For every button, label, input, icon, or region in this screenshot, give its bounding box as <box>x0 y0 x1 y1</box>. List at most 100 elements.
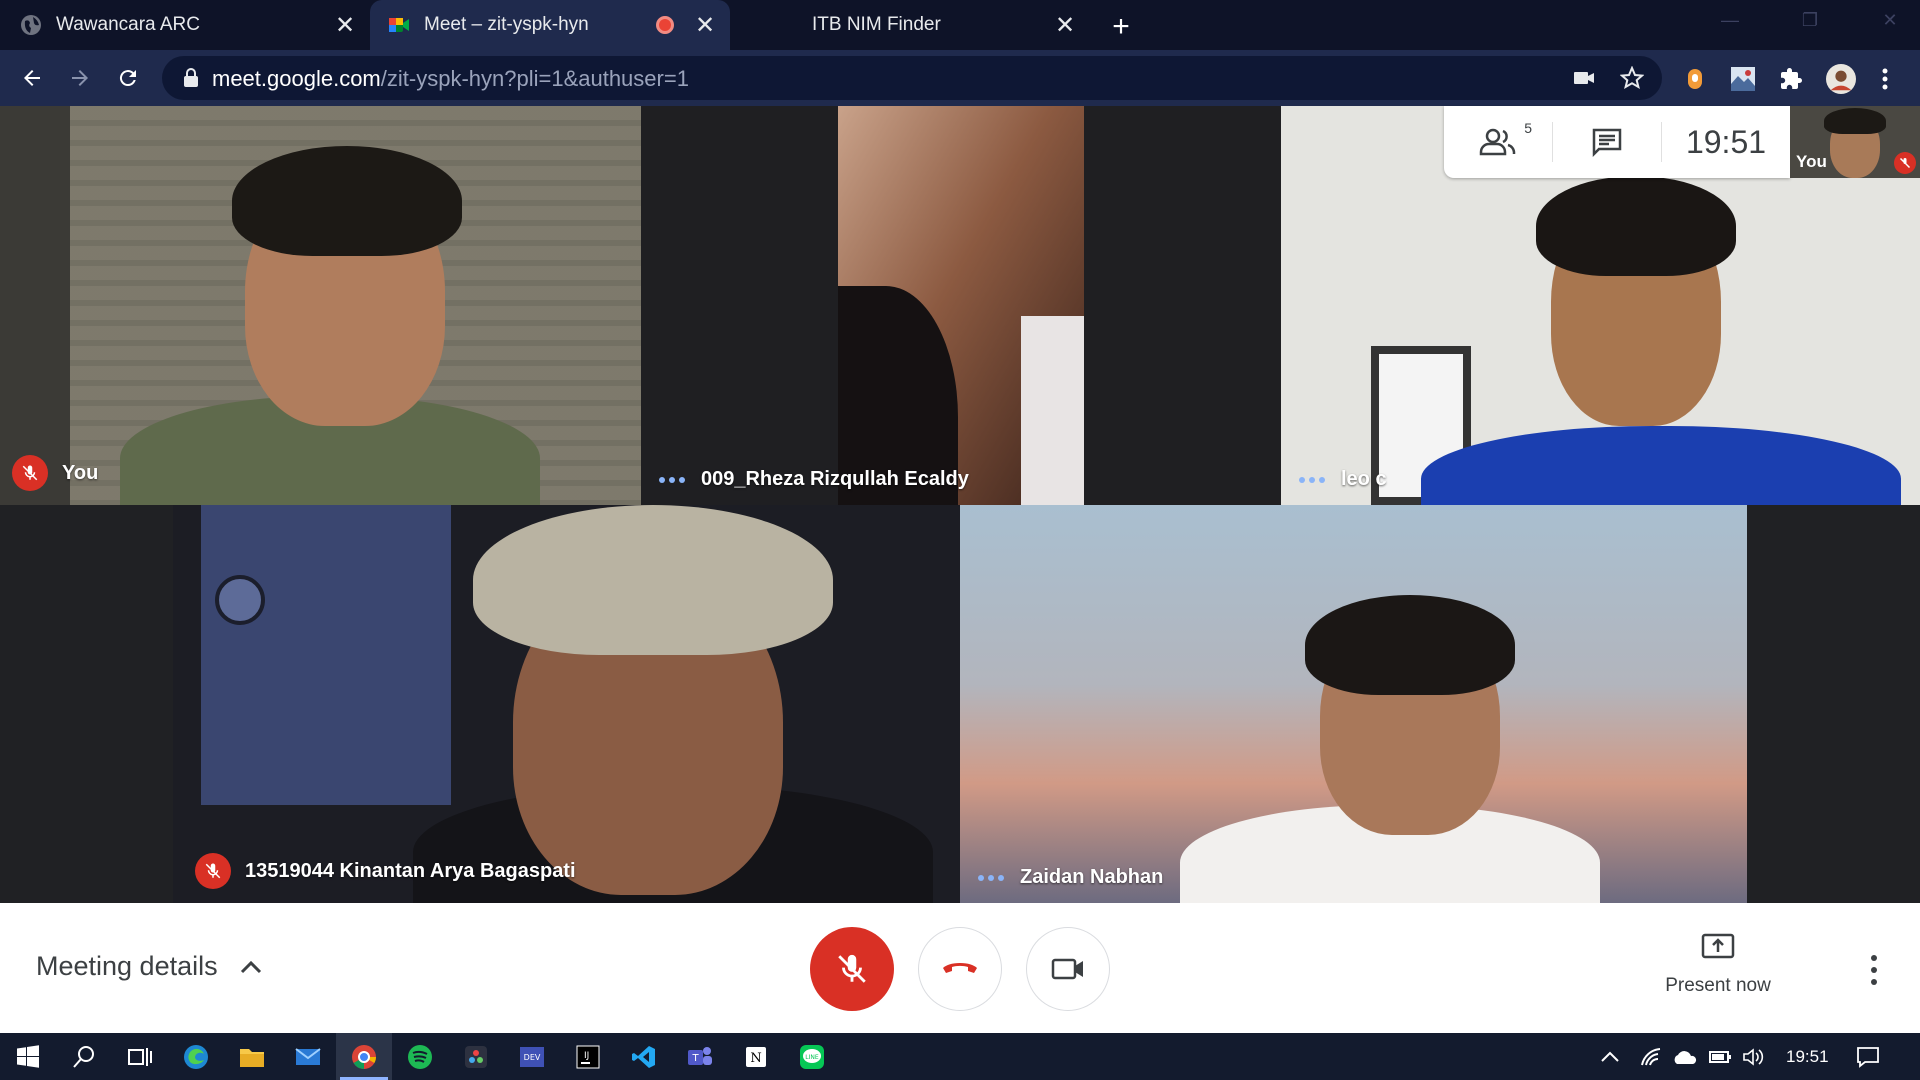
intellij-icon[interactable]: IJ <box>560 1033 616 1080</box>
extension-orange-icon[interactable] <box>1680 64 1710 94</box>
minimize-icon[interactable]: — <box>1700 0 1760 40</box>
start-icon[interactable] <box>0 1033 56 1080</box>
wifi-icon[interactable] <box>1640 1033 1662 1080</box>
teams-icon[interactable]: T <box>672 1033 728 1080</box>
spotify-icon[interactable] <box>392 1033 448 1080</box>
tray-chevron-icon[interactable] <box>1600 1033 1620 1080</box>
browser-menu-icon[interactable] <box>1870 64 1900 94</box>
participant-hair <box>1536 176 1736 276</box>
tab-wawancara-arc[interactable]: Wawancara ARC ✕ <box>0 0 370 50</box>
windows-taskbar: DEV IJ T N LINE 19:51 <box>0 1033 1920 1080</box>
present-now-label: Present now <box>1665 975 1771 996</box>
address-bar[interactable]: meet.google.com/zit-yspk-hyn?pli=1&authu… <box>162 56 1662 100</box>
forward-button[interactable] <box>60 58 100 98</box>
tab-close-icon[interactable]: ✕ <box>692 12 718 39</box>
mail-icon[interactable] <box>280 1033 336 1080</box>
participant-tile-kinantan[interactable]: 13519044 Kinantan Arya Bagaspati <box>173 505 960 903</box>
volume-icon[interactable] <box>1742 1033 1766 1080</box>
extension-image-icon[interactable] <box>1728 64 1758 94</box>
vscode-icon[interactable] <box>616 1033 672 1080</box>
svg-text:IJ: IJ <box>584 1051 589 1061</box>
participant-name-label: Zaidan Nabhan <box>960 866 1163 889</box>
chrome-icon[interactable] <box>336 1033 392 1080</box>
audio-level-icon <box>659 476 685 483</box>
edge-icon[interactable] <box>168 1033 224 1080</box>
recording-indicator-icon <box>656 16 674 34</box>
browser-toolbar: meet.google.com/zit-yspk-hyn?pli=1&authu… <box>0 50 1920 106</box>
new-tab-button[interactable]: + <box>1104 10 1138 44</box>
participant-tile-rheza[interactable]: 009_Rheza Rizqullah Ecaldy <box>641 106 1281 505</box>
tab-itb-nim-finder[interactable]: ITB NIM Finder ✕ <box>730 0 1090 50</box>
people-count-badge: 5 <box>1524 120 1532 136</box>
video-camera-icon <box>1051 958 1083 980</box>
reload-icon <box>119 70 136 87</box>
url-path: /zit-yspk-hyn?pli=1&authuser=1 <box>380 66 689 91</box>
davinci-icon[interactable] <box>448 1033 504 1080</box>
reload-button[interactable] <box>108 58 148 98</box>
task-view-icon[interactable] <box>112 1033 168 1080</box>
globe-icon <box>21 15 41 35</box>
mic-off-icon <box>1894 152 1916 174</box>
participant-name: 009_Rheza Rizqullah Ecaldy <box>701 468 969 490</box>
participant-name-label: You <box>0 455 98 491</box>
meeting-details-button[interactable]: Meeting details <box>36 951 262 982</box>
participant-name: Zaidan Nabhan <box>1020 866 1164 888</box>
notion-icon[interactable]: N <box>728 1033 784 1080</box>
self-view-thumbnail[interactable]: You <box>1790 106 1920 178</box>
back-button[interactable] <box>12 58 52 98</box>
taskbar-clock[interactable]: 19:51 <box>1786 1033 1829 1080</box>
participant-hair <box>232 146 462 256</box>
search-icon[interactable] <box>56 1033 112 1080</box>
extensions-puzzle-icon[interactable] <box>1776 64 1806 94</box>
bookmark-star-icon[interactable] <box>1620 66 1644 90</box>
url-host: meet.google.com <box>212 66 381 91</box>
people-button[interactable]: 5 <box>1444 106 1552 178</box>
chat-button[interactable] <box>1553 106 1661 178</box>
background-wall <box>0 106 70 505</box>
participant-name-label: 13519044 Kinantan Arya Bagaspati <box>183 853 576 889</box>
url-text: meet.google.com/zit-yspk-hyn?pli=1&authu… <box>212 66 689 92</box>
line-icon[interactable]: LINE <box>784 1033 840 1080</box>
profile-avatar[interactable] <box>1826 64 1856 94</box>
lock-icon <box>184 68 198 87</box>
audio-level-icon <box>978 874 1004 881</box>
tab-close-icon[interactable]: ✕ <box>1052 12 1078 39</box>
leave-call-button[interactable] <box>918 927 1002 1011</box>
microphone-toggle-button[interactable] <box>810 927 894 1011</box>
people-icon <box>1479 128 1516 156</box>
google-meet-icon <box>389 18 409 32</box>
camera-in-use-icon[interactable] <box>1572 66 1596 90</box>
participant-name: 13519044 Kinantan Arya Bagaspati <box>245 859 576 882</box>
present-now-button[interactable]: Present now <box>1656 933 1780 997</box>
svg-text:DEV: DEV <box>524 1053 541 1062</box>
participant-name-label: 009_Rheza Rizqullah Ecaldy <box>641 468 969 491</box>
participant-tile-zaidan[interactable]: Zaidan Nabhan <box>960 505 1747 903</box>
participant-name-label: leo c <box>1281 468 1387 491</box>
self-view-label: You <box>1796 152 1827 171</box>
dev-icon[interactable]: DEV <box>504 1033 560 1080</box>
video-stage: You 009_Rheza Rizqullah Ecaldy leo c 135… <box>0 106 1920 903</box>
more-options-button[interactable] <box>1862 955 1886 985</box>
camera-toggle-button[interactable] <box>1026 927 1110 1011</box>
mic-off-icon <box>12 455 48 491</box>
self-hair <box>1824 108 1886 134</box>
participant-tile-you[interactable]: You <box>0 106 641 505</box>
onedrive-icon[interactable] <box>1672 1033 1698 1080</box>
maximize-icon[interactable]: ❐ <box>1780 0 1840 40</box>
background-wall <box>201 505 451 805</box>
meeting-controls-bar: Meeting details Present now <box>0 903 1920 1033</box>
action-center-icon[interactable] <box>1856 1033 1880 1080</box>
tab-meet[interactable]: Meet – zit-yspk-hyn ✕ <box>370 0 730 50</box>
taskbar-clock-text: 19:51 <box>1786 1046 1829 1066</box>
tab-close-icon[interactable]: ✕ <box>332 12 358 39</box>
file-explorer-icon[interactable] <box>224 1033 280 1080</box>
participant-hair <box>473 505 833 655</box>
browser-tab-strip: Wawancara ARC ✕ Meet – zit-yspk-hyn ✕ IT… <box>0 0 1920 50</box>
chat-icon <box>1592 128 1622 157</box>
participant-name: leo c <box>1341 468 1387 490</box>
tab-title: Wawancara ARC <box>56 14 200 35</box>
window-close-icon[interactable]: ✕ <box>1860 0 1920 40</box>
battery-icon[interactable] <box>1708 1033 1732 1080</box>
participant-mask <box>1021 316 1084 505</box>
meeting-info-panel: 5 19:51 <box>1444 106 1790 178</box>
